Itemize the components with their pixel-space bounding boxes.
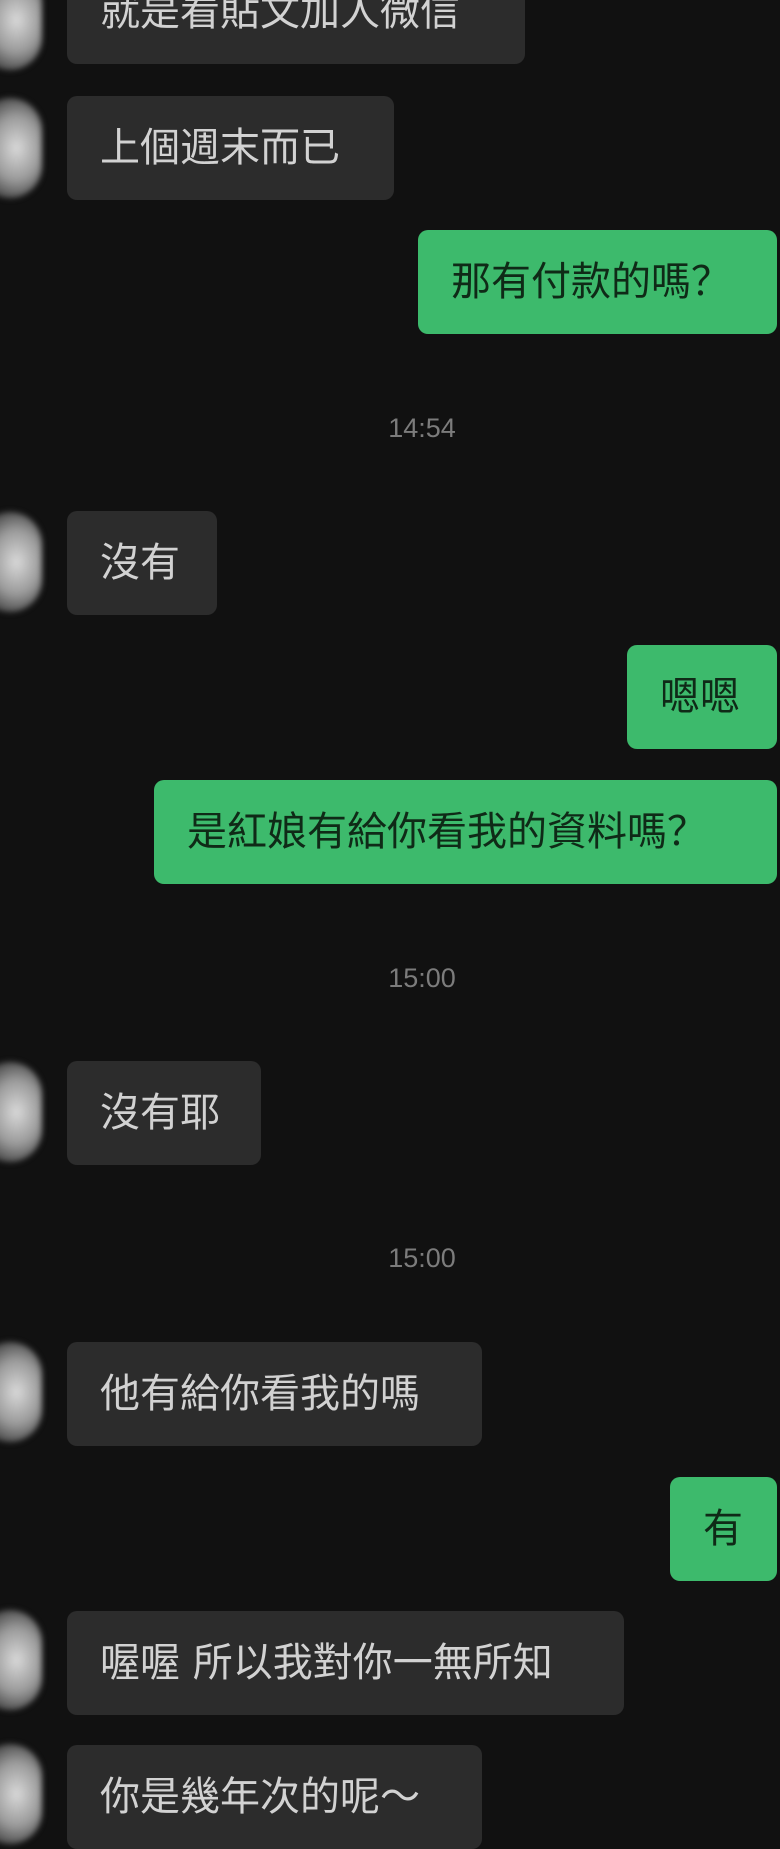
chat-area: 就是看貼文加人微信 上個週末而已 那有付款的嗎？ 14:54 沒有 嗯嗯 是紅娘… — [0, 0, 780, 1849]
contact-avatar[interactable] — [0, 1744, 42, 1844]
incoming-message[interactable]: 沒有 — [67, 511, 217, 615]
contact-avatar[interactable] — [0, 0, 42, 70]
contact-avatar[interactable] — [0, 98, 42, 198]
message-timestamp: 15:00 — [388, 1243, 456, 1273]
outgoing-message[interactable]: 嗯嗯 — [627, 645, 777, 749]
contact-avatar[interactable] — [0, 1342, 42, 1442]
outgoing-message[interactable]: 是紅娘有給你看我的資料嗎？ — [154, 780, 777, 884]
incoming-message[interactable]: 上個週末而已 — [67, 96, 394, 200]
incoming-message[interactable]: 沒有耶 — [67, 1061, 261, 1165]
message-timestamp: 14:54 — [388, 413, 456, 443]
incoming-message[interactable]: 就是看貼文加人微信 — [67, 0, 525, 64]
message-timestamp: 15:00 — [388, 963, 456, 993]
contact-avatar[interactable] — [0, 512, 42, 612]
incoming-message[interactable]: 你是幾年次的呢～ — [67, 1745, 482, 1849]
outgoing-message[interactable]: 有 — [670, 1477, 777, 1581]
contact-avatar[interactable] — [0, 1610, 42, 1710]
contact-avatar[interactable] — [0, 1062, 42, 1162]
incoming-message[interactable]: 他有給你看我的嗎 — [67, 1342, 482, 1446]
outgoing-message[interactable]: 那有付款的嗎？ — [418, 230, 777, 334]
incoming-message[interactable]: 喔喔 所以我對你一無所知 — [67, 1611, 624, 1715]
